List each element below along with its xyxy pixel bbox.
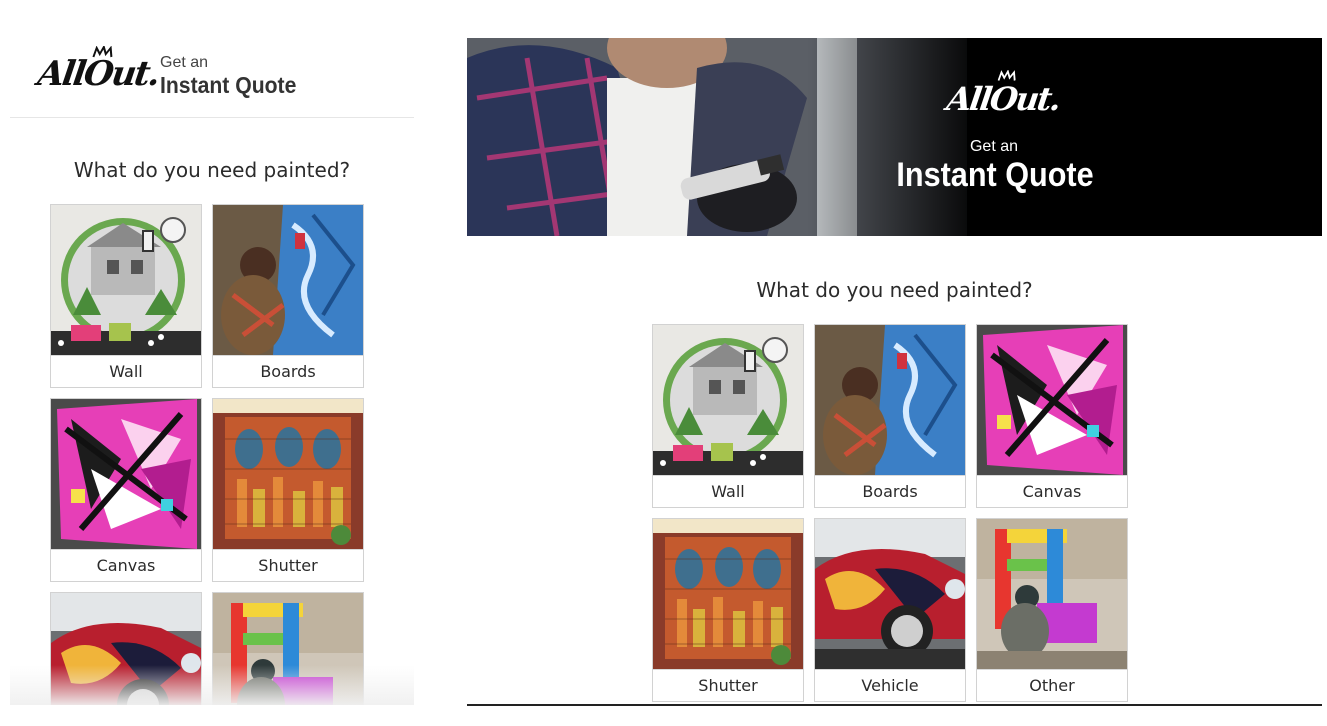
question-heading: What do you need painted? [756, 278, 1033, 302]
option-label: Shutter [653, 669, 803, 701]
crown-icon [92, 46, 113, 58]
hero-instant-quote: Instant Quote [896, 156, 1094, 194]
option-label: Other [977, 669, 1127, 701]
option-label: Boards [213, 355, 363, 387]
wall-image [51, 205, 201, 355]
hero-get-an: Get an [969, 138, 1019, 155]
option-shutter[interactable]: Shutter [212, 398, 364, 582]
mobile-quote-panel: AllOut. Get an Instant Quote What do you… [10, 0, 414, 705]
scroll-fade [10, 665, 414, 705]
canvas-image [51, 399, 201, 549]
brand-logo[interactable]: AllOut. [35, 46, 161, 94]
hero-gradient [807, 38, 987, 236]
option-label: Wall [51, 355, 201, 387]
option-canvas[interactable]: Canvas [976, 324, 1128, 508]
option-wall[interactable]: Wall [652, 324, 804, 508]
option-boards[interactable]: Boards [212, 204, 364, 388]
option-wall[interactable]: Wall [50, 204, 202, 388]
option-vehicle[interactable]: Vehicle [814, 518, 966, 702]
hero-logo[interactable]: AllOut. [944, 70, 1062, 118]
canvas-image [977, 325, 1127, 475]
option-shutter[interactable]: Shutter [652, 518, 804, 702]
header-instant-quote: Instant Quote [160, 72, 297, 98]
option-label: Shutter [213, 549, 363, 581]
wall-image [653, 325, 803, 475]
mobile-header: AllOut. Get an Instant Quote [10, 0, 414, 118]
option-label: Canvas [977, 475, 1127, 507]
header-get-an: Get an [160, 54, 209, 71]
hero-banner: AllOut. Get an Instant Quote [467, 38, 1322, 236]
desktop-quote-panel: AllOut. Get an Instant Quote What do you… [467, 38, 1322, 706]
option-boards[interactable]: Boards [814, 324, 966, 508]
option-label: Vehicle [815, 669, 965, 701]
boards-image [815, 325, 965, 475]
shutter-image [213, 399, 363, 549]
crown-icon [997, 70, 1016, 81]
vehicle-image [815, 519, 965, 669]
option-label: Wall [653, 475, 803, 507]
other-image [977, 519, 1127, 669]
shutter-image [653, 519, 803, 669]
hero-logo-text: AllOut. [944, 80, 1062, 118]
option-canvas[interactable]: Canvas [50, 398, 202, 582]
brand-logo-text: AllOut. [35, 54, 161, 94]
option-label: Canvas [51, 549, 201, 581]
question-heading: What do you need painted? [73, 158, 351, 182]
option-label: Boards [815, 475, 965, 507]
boards-image [213, 205, 363, 355]
option-other[interactable]: Other [976, 518, 1128, 702]
